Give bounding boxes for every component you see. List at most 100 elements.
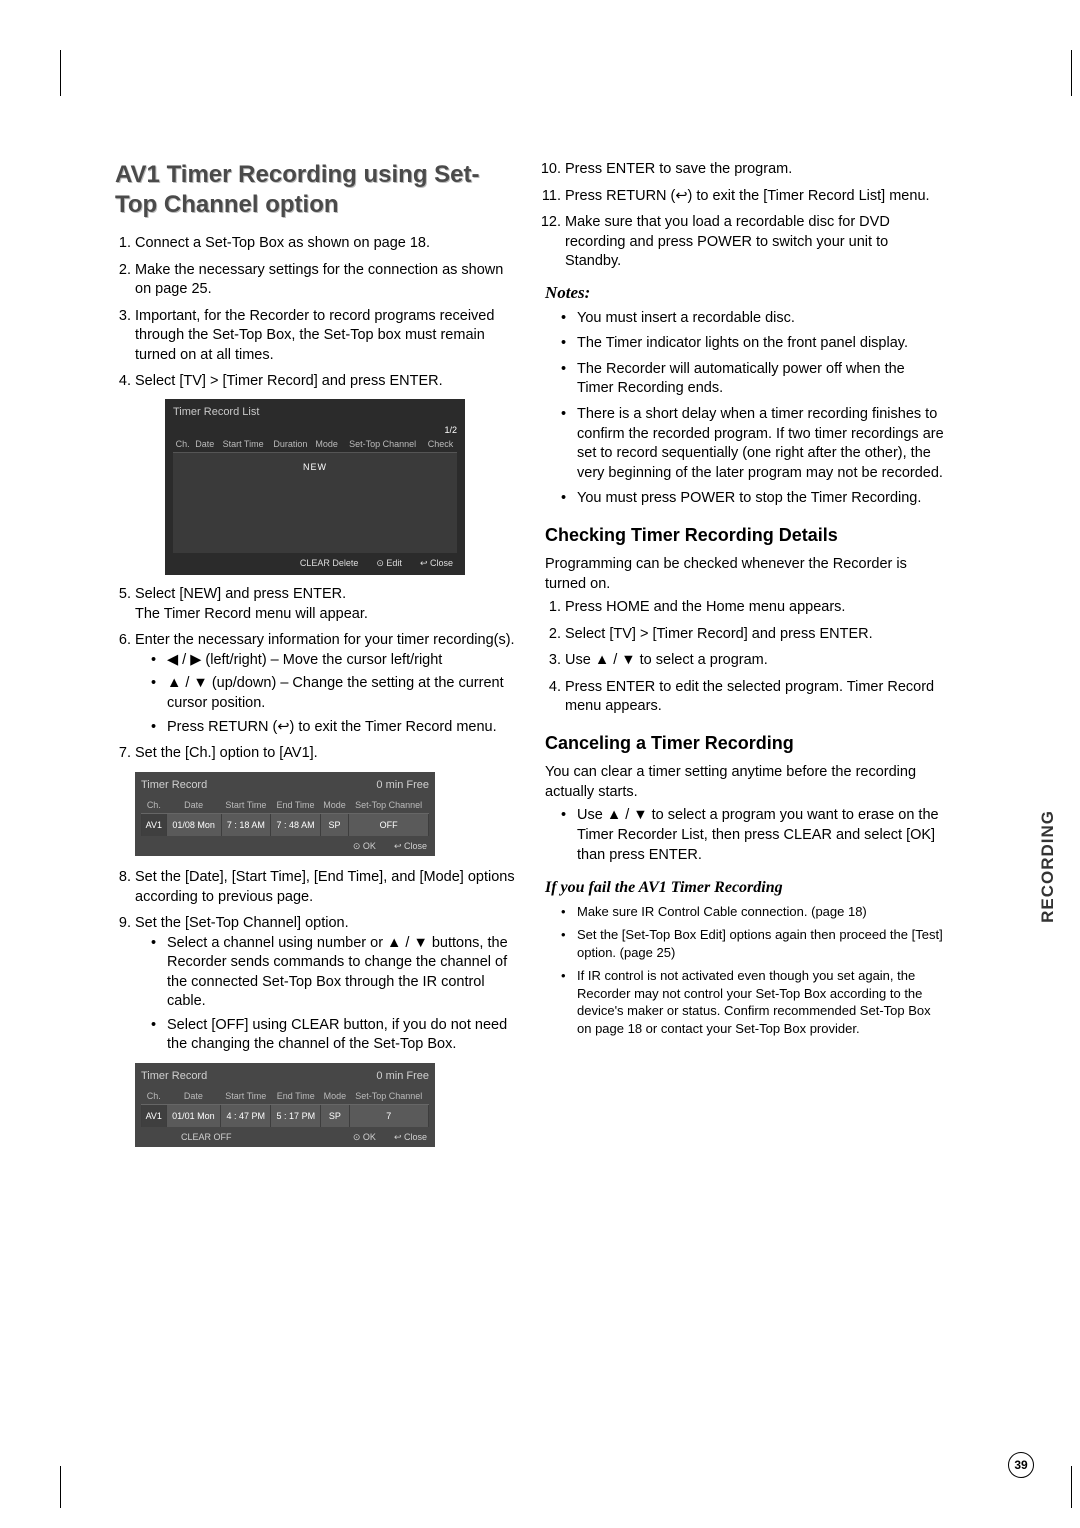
step-11: Press RETURN (↩) to exit the [Timer Reco…: [565, 187, 945, 207]
osd3-r3: 5 : 17 PM: [271, 1105, 321, 1128]
step6-b2: ▲ / ▼ (up/down) – Change the setting at …: [151, 674, 515, 713]
step6-b1: ◀ / ▶ (left/right) – Move the cursor lef…: [151, 651, 515, 671]
check-1: Press HOME and the Home menu appears.: [565, 598, 945, 618]
osd-timer-record-2: Timer Record 0 min Free Ch. Date Start T…: [135, 1063, 435, 1147]
fail-1: Make sure IR Control Cable connection. (…: [561, 903, 945, 921]
osd1-page: 1/2: [173, 424, 457, 436]
note-1: You must insert a recordable disc.: [561, 309, 945, 329]
step9-b2: Select [OFF] using CLEAR button, if you …: [151, 1016, 515, 1055]
osd2-c3: End Time: [271, 797, 321, 814]
osd3-r1: 01/01 Mon: [166, 1105, 221, 1128]
osd1-body: NEW: [173, 453, 457, 553]
checking-heading: Checking Timer Recording Details: [545, 523, 945, 547]
check-4: Press ENTER to edit the selected program…: [565, 678, 945, 717]
osd3-r4: SP: [321, 1105, 349, 1128]
main-heading: AV1 Timer Recording using Set-Top Channe…: [115, 160, 515, 220]
fail-3: If IR control is not activated even thou…: [561, 967, 945, 1037]
osd1-new: NEW: [173, 457, 457, 477]
osd-timer-record-1: Timer Record 0 min Free Ch. Date Start T…: [135, 772, 435, 856]
osd1-col-mode: Mode: [312, 436, 341, 453]
steps-10-12: Press ENTER to save the program. Press R…: [545, 160, 945, 272]
osd3-free: 0 min Free: [376, 1069, 429, 1084]
osd3-c0: Ch.: [142, 1088, 167, 1105]
notes-heading: Notes:: [545, 282, 945, 305]
step9-text: Set the [Set-Top Channel] option.: [135, 915, 349, 931]
cancel-heading: Canceling a Timer Recording: [545, 731, 945, 755]
osd1-col-stc: Set-Top Channel: [341, 436, 424, 453]
note-5: You must press POWER to stop the Timer R…: [561, 489, 945, 509]
osd2-r1: 01/08 Mon: [166, 813, 221, 836]
osd2-r2: 7 : 18 AM: [221, 813, 271, 836]
osd2-c1: Date: [166, 797, 221, 814]
step-8: Set the [Date], [Start Time], [End Time]…: [135, 868, 515, 907]
step9-b1: Select a channel using number or ▲ / ▼ b…: [151, 934, 515, 1012]
fail-2: Set the [Set-Top Box Edit] options again…: [561, 926, 945, 961]
osd-timer-record-list: Timer Record List 1/2 Ch. Date Start Tim…: [165, 399, 465, 575]
osd2-title: Timer Record: [141, 778, 207, 793]
osd2-r5: OFF: [349, 813, 429, 836]
step-4: Select [TV] > [Timer Record] and press E…: [135, 372, 515, 392]
osd1-title: Timer Record List: [173, 405, 457, 420]
notes-list: You must insert a recordable disc. The T…: [545, 309, 945, 509]
step-2: Make the necessary settings for the conn…: [135, 261, 515, 300]
osd3-c2: Start Time: [221, 1088, 271, 1105]
osd3-r2: 4 : 47 PM: [221, 1105, 271, 1128]
left-column: AV1 Timer Recording using Set-Top Channe…: [115, 160, 515, 1159]
step6-text: Enter the necessary information for your…: [135, 632, 515, 648]
osd1-col-check: Check: [424, 436, 457, 453]
steps-1-4: Connect a Set-Top Box as shown on page 1…: [115, 234, 515, 392]
step6-bullets: ◀ / ▶ (left/right) – Move the cursor lef…: [135, 651, 515, 737]
step-3: Important, for the Recorder to record pr…: [135, 307, 515, 366]
note-4: There is a short delay when a timer reco…: [561, 405, 945, 483]
osd2-r0: AV1: [142, 813, 167, 836]
osd3-c1: Date: [166, 1088, 221, 1105]
check-3: Use ▲ / ▼ to select a program.: [565, 651, 945, 671]
osd1-footer: CLEAR Delete ⊙ Edit ↩ Close: [173, 553, 457, 571]
osd1-close: ↩ Close: [420, 557, 453, 569]
osd1-col-dur: Duration: [269, 436, 312, 453]
osd3-close: ↩ Close: [394, 1131, 427, 1143]
checking-steps: Press HOME and the Home menu appears. Se…: [545, 598, 945, 717]
step-10: Press ENTER to save the program.: [565, 160, 945, 180]
checking-intro: Programming can be checked whenever the …: [545, 555, 945, 594]
osd3-c5: Set-Top Channel: [349, 1088, 428, 1105]
step5-line2: The Timer Record menu will appear.: [135, 606, 368, 622]
fail-list: Make sure IR Control Cable connection. (…: [545, 903, 945, 1038]
right-column: Press ENTER to save the program. Press R…: [545, 160, 945, 1159]
osd1-table: Ch. Date Start Time Duration Mode Set-To…: [173, 436, 457, 453]
note-3: The Recorder will automatically power of…: [561, 360, 945, 399]
osd3-c4: Mode: [321, 1088, 349, 1105]
step5-line1: Select [NEW] and press ENTER.: [135, 586, 346, 602]
osd3-r5: 7: [349, 1105, 428, 1128]
cancel-intro: You can clear a timer setting anytime be…: [545, 763, 945, 802]
step-1: Connect a Set-Top Box as shown on page 1…: [135, 234, 515, 254]
osd2-c0: Ch.: [142, 797, 167, 814]
step-9: Set the [Set-Top Channel] option. Select…: [135, 914, 515, 1055]
osd3-ok: ⊙ OK: [353, 1131, 376, 1143]
section-tab-label: RECORDING: [1038, 810, 1058, 923]
step9-bullets: Select a channel using number or ▲ / ▼ b…: [135, 934, 515, 1055]
osd2-close: ↩ Close: [394, 840, 427, 852]
steps-8-9: Set the [Date], [Start Time], [End Time]…: [115, 868, 515, 1055]
osd2-r4: SP: [320, 813, 348, 836]
osd3-title: Timer Record: [141, 1069, 207, 1084]
step-6: Enter the necessary information for your…: [135, 631, 515, 737]
cancel-list: Use ▲ / ▼ to select a program you want t…: [545, 806, 945, 865]
step-7: Set the [Ch.] option to [AV1].: [135, 744, 515, 764]
cancel-bullet: Use ▲ / ▼ to select a program you want t…: [561, 806, 945, 865]
osd1-col-ch: Ch.: [173, 436, 192, 453]
steps-5-7: Select [NEW] and press ENTER. The Timer …: [115, 585, 515, 764]
page-number: 39: [1008, 1452, 1034, 1478]
check-2: Select [TV] > [Timer Record] and press E…: [565, 625, 945, 645]
osd1-col-start: Start Time: [217, 436, 269, 453]
osd3-r0: AV1: [142, 1105, 167, 1128]
fail-heading: If you fail the AV1 Timer Recording: [545, 877, 945, 899]
osd1-col-date: Date: [192, 436, 217, 453]
osd2-ok: ⊙ OK: [353, 840, 376, 852]
osd1-delete: CLEAR Delete: [300, 557, 359, 569]
step-5: Select [NEW] and press ENTER. The Timer …: [135, 585, 515, 624]
page-content: AV1 Timer Recording using Set-Top Channe…: [115, 160, 945, 1159]
step6-b3: Press RETURN (↩) to exit the Timer Recor…: [151, 718, 515, 738]
osd1-edit: ⊙ Edit: [376, 557, 402, 569]
osd2-c2: Start Time: [221, 797, 271, 814]
